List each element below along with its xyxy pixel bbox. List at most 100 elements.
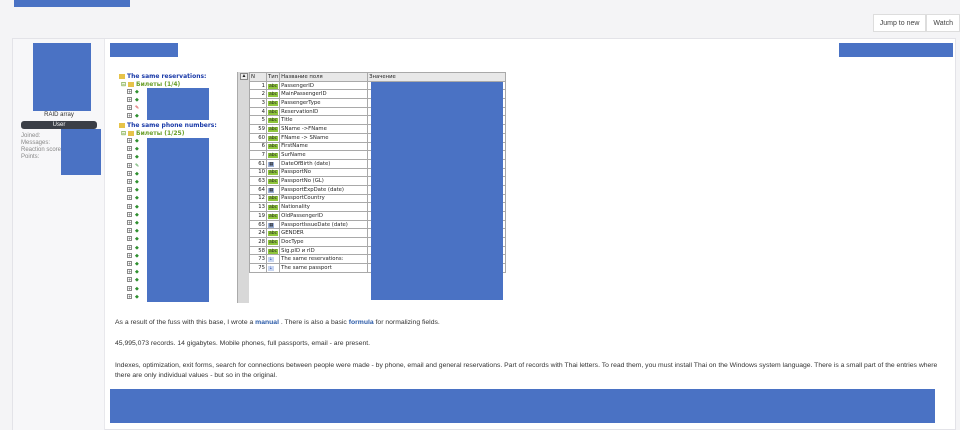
expand-icon[interactable]: + <box>127 203 132 209</box>
expand-icon[interactable]: + <box>127 170 132 176</box>
folder-icon <box>128 82 135 87</box>
expand-icon[interactable]: + <box>127 138 132 143</box>
username[interactable]: RAID array <box>27 112 91 118</box>
arrow-icon: ◆ <box>135 170 139 177</box>
cell-type: abc <box>265 124 281 134</box>
col-field-name-header[interactable]: Название поля <box>279 72 369 82</box>
col-value-header[interactable]: Значение <box>367 72 507 82</box>
cell-field-name: DocType <box>279 237 369 247</box>
cell-n: 58 <box>249 245 267 256</box>
expand-icon[interactable]: + <box>127 293 132 299</box>
redacted-tree-values <box>147 138 209 302</box>
cell-field-name: PassengerID <box>279 80 369 91</box>
expand-icon[interactable]: + <box>127 220 132 225</box>
cell-n: 75 <box>249 263 267 273</box>
cell-n: 28 <box>249 237 267 247</box>
tree-heading-phones: The same phone numbers: <box>117 122 217 129</box>
cell-n: 64 <box>249 184 267 195</box>
expand-icon[interactable]: + <box>127 162 132 168</box>
tree-heading-label: The same phone numbers: <box>127 122 217 129</box>
cell-type: abc <box>265 237 281 247</box>
expand-icon[interactable]: + <box>127 154 132 160</box>
type-abc-icon: abc <box>268 144 279 150</box>
manual-link[interactable]: manual <box>255 319 279 326</box>
type-abc-icon: abc <box>268 92 279 98</box>
tree-group-tickets-1[interactable]: ⊟ Билеты (1/4) <box>121 81 180 88</box>
tree-heading-reservations: The same reservations: <box>117 73 206 80</box>
cell-field-name: Sig.pID и rID <box>279 245 369 256</box>
cell-type: abc <box>265 228 281 239</box>
cell-field-name: PassportNo <box>279 167 369 178</box>
expand-icon[interactable]: + <box>127 244 132 250</box>
cell-type: abc <box>265 167 281 178</box>
expand-icon[interactable]: + <box>127 285 132 291</box>
user-badge: User <box>21 121 97 129</box>
redacted-post-header-left <box>110 43 178 57</box>
redacted-stats-values <box>61 129 101 175</box>
tree-group-tickets-2[interactable]: ⊟ Билеты (1/25) <box>121 130 184 137</box>
cell-n: 19 <box>249 211 267 221</box>
cell-field-name: PassportIssueDate (date) <box>279 219 369 230</box>
col-n-header[interactable]: N <box>249 72 267 82</box>
jump-to-new-button[interactable]: Jump to new <box>872 14 927 32</box>
cell-n: 3 <box>249 98 267 108</box>
redacted-avatar[interactable] <box>33 43 91 111</box>
arrow-icon: ◆ <box>135 277 139 284</box>
tree-scrollbar[interactable]: ▲ <box>237 72 249 303</box>
type-abc-icon: abc <box>268 153 279 159</box>
type-abc-icon: abc <box>268 135 279 141</box>
arrow-icon: ◆ <box>135 252 139 259</box>
cell-type: abc <box>265 141 281 152</box>
cell-n: 63 <box>249 176 267 186</box>
expand-icon[interactable]: + <box>127 228 132 234</box>
expand-icon[interactable]: + <box>127 195 132 201</box>
watch-button[interactable]: Watch <box>926 14 960 32</box>
cell-field-name: ReservationID <box>279 106 369 117</box>
cell-n: 6 <box>249 141 267 152</box>
cell-type: abc <box>265 106 281 117</box>
cell-field-name: PassportExpDate (date) <box>279 184 369 195</box>
cell-field-name: FName -> SName <box>279 132 369 143</box>
cell-field-name: PassengerType <box>279 98 369 108</box>
arrow-icon: ◆ <box>135 261 139 267</box>
expand-icon[interactable]: + <box>127 252 132 258</box>
cell-type: ▦ <box>265 158 281 169</box>
expand-icon[interactable]: + <box>127 211 132 217</box>
cell-type: ▦ <box>265 219 281 230</box>
cell-n: 4 <box>249 106 267 117</box>
scroll-up-icon[interactable]: ▲ <box>240 73 248 80</box>
post-paragraph-3: Indexes, optimization, exit forms, searc… <box>115 362 938 379</box>
expand-icon[interactable]: + <box>127 187 132 193</box>
cell-n: 10 <box>249 167 267 178</box>
cell-type: abc <box>265 80 281 91</box>
formula-link[interactable]: formula <box>349 319 374 326</box>
redacted-post-header-right <box>839 43 953 57</box>
expand-icon[interactable]: + <box>127 277 132 283</box>
cell-field-name: Nationality <box>279 202 369 212</box>
cell-type: abc <box>265 202 281 212</box>
type-ref-icon: ⇣ <box>268 265 274 271</box>
cell-type: ⇣ <box>265 263 281 273</box>
text-span: As a result of the fuss with this base, … <box>115 319 256 326</box>
expand-icon[interactable]: + <box>127 179 132 184</box>
arrow-icon: ◆ <box>135 244 139 251</box>
expand-icon[interactable]: + <box>127 261 132 266</box>
cell-type: abc <box>265 98 281 108</box>
expand-icon[interactable]: + <box>127 269 132 275</box>
expand-icon[interactable]: + <box>127 236 132 242</box>
cell-type: abc <box>265 115 281 126</box>
cell-type: abc <box>265 89 281 100</box>
cell-n: 60 <box>249 132 267 143</box>
cell-field-name: DateOfBirth (date) <box>279 158 369 169</box>
stat-messages: Messages: <box>21 140 51 146</box>
arrow-icon: ◆ <box>135 211 139 218</box>
col-type-header[interactable]: Тип <box>265 72 281 82</box>
cell-type: ▦ <box>265 184 281 195</box>
fields-grid: N Тип Название поля Значение 1 abc Passeng… <box>249 72 507 300</box>
cell-n: 65 <box>249 219 267 230</box>
redacted-signature <box>110 389 935 423</box>
cell-n: 5 <box>249 115 267 126</box>
cell-field-name: PassportCountry <box>279 193 369 204</box>
expand-icon[interactable]: + <box>127 146 132 152</box>
type-abc-icon: abc <box>268 170 279 176</box>
